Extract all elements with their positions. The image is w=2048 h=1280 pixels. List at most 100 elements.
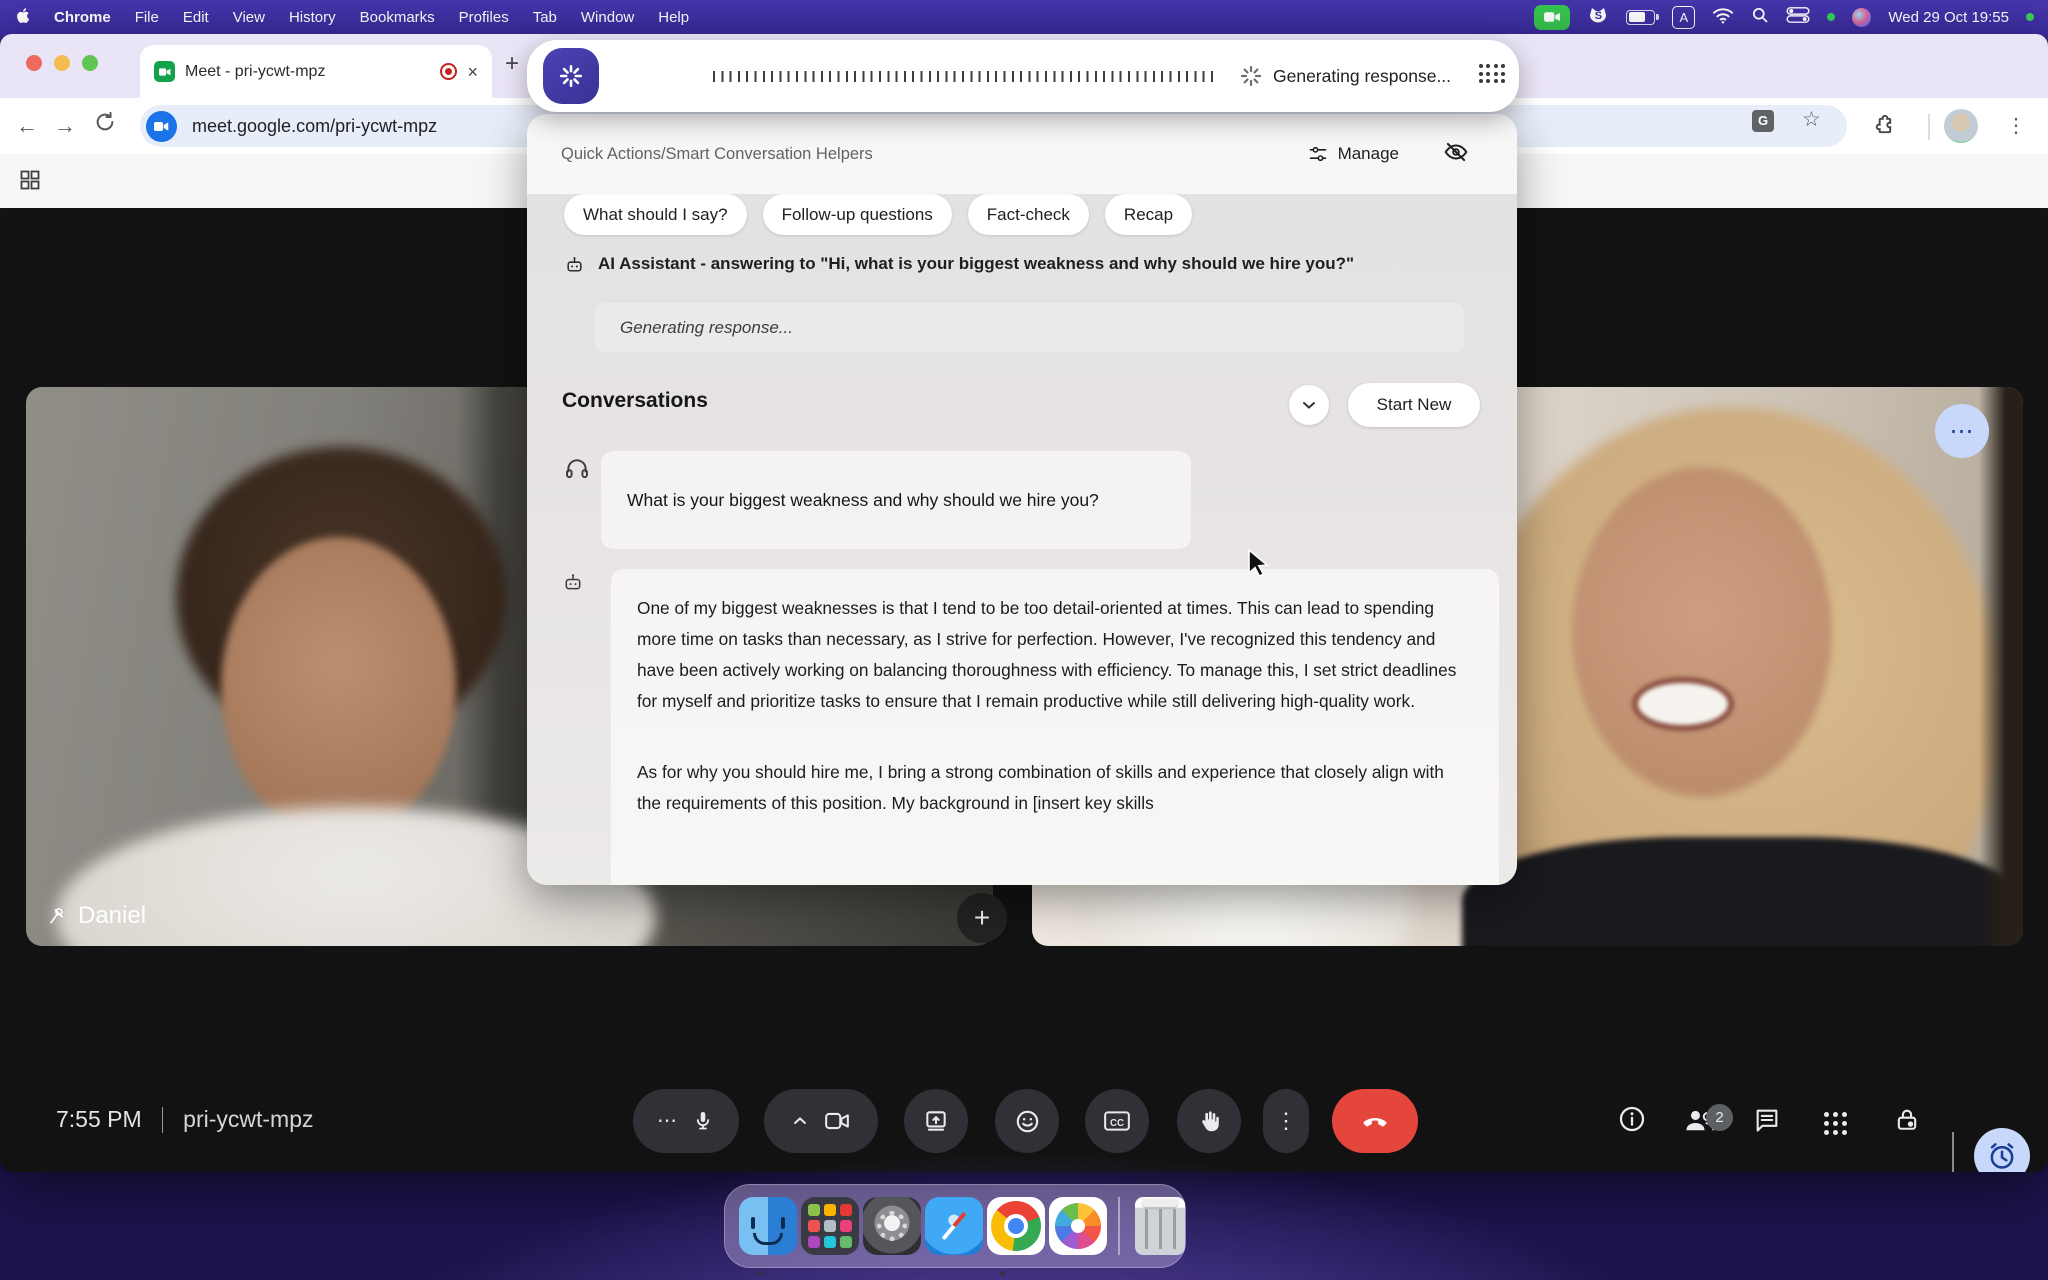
translate-icon[interactable]: G: [1752, 110, 1774, 132]
chip-fact-check[interactable]: Fact-check: [968, 194, 1089, 235]
tune-icon: [1308, 144, 1328, 164]
tile-add-pin-button[interactable]: +: [957, 893, 1007, 943]
mic-options-icon[interactable]: ⋯: [657, 1111, 677, 1131]
spinner-icon: [1239, 64, 1263, 93]
meet-favicon: [154, 61, 175, 82]
menu-edit[interactable]: Edit: [183, 9, 209, 26]
controls-divider: [1952, 1132, 1954, 1172]
tab-close-icon[interactable]: ×: [467, 63, 478, 81]
dock-finder-icon[interactable]: [739, 1197, 797, 1255]
audio-activity-ticks: [713, 71, 1213, 82]
macos-menu-bar: Chrome File Edit View History Bookmarks …: [0, 0, 2048, 34]
window-minimize-button[interactable]: [54, 55, 70, 71]
conversations-collapse-button[interactable]: [1289, 385, 1329, 425]
battery-icon[interactable]: [1626, 10, 1655, 25]
reactions-button[interactable]: [995, 1089, 1059, 1153]
menu-profiles[interactable]: Profiles: [459, 9, 509, 26]
person-face: [221, 537, 456, 837]
chat-button[interactable]: [1752, 1106, 1782, 1139]
reload-button[interactable]: [94, 111, 116, 140]
dock-launchpad-icon[interactable]: [801, 1197, 859, 1255]
meeting-info: 7:55 PM pri-ycwt-mpz: [56, 1106, 314, 1133]
menu-bookmarks[interactable]: Bookmarks: [360, 9, 435, 26]
heard-question-text: What is your biggest weakness and why sh…: [627, 490, 1099, 511]
dock-safari-icon[interactable]: [925, 1197, 983, 1255]
meeting-details-button[interactable]: [1617, 1104, 1647, 1139]
chrome-running-dot: [1000, 1271, 1005, 1276]
mic-button[interactable]: ⋯: [633, 1089, 739, 1153]
menu-history[interactable]: History: [289, 9, 336, 26]
window-close-button[interactable]: [26, 55, 42, 71]
manage-button[interactable]: Manage: [1308, 114, 1399, 194]
pill-status-text: Generating response...: [1273, 40, 1451, 112]
toolbar-divider: [1928, 114, 1930, 140]
mic-active-dot: [2026, 13, 2034, 21]
siri-icon[interactable]: [1852, 8, 1871, 27]
assistant-status-pill[interactable]: Generating response...: [527, 40, 1519, 112]
dock-trash-icon[interactable]: [1135, 1197, 1185, 1255]
ai-answer-bubble[interactable]: One of my biggest weaknesses is that I t…: [610, 568, 1500, 885]
control-center-icon[interactable]: [1786, 6, 1810, 28]
drag-grid-icon[interactable]: [1479, 64, 1506, 83]
heard-question-bubble[interactable]: What is your biggest weakness and why sh…: [600, 450, 1192, 550]
hide-panel-icon[interactable]: [1443, 139, 1469, 170]
wifi-icon[interactable]: [1712, 6, 1734, 28]
spotlight-search-icon[interactable]: [1751, 6, 1769, 28]
robot-icon: [563, 572, 583, 597]
menu-help[interactable]: Help: [658, 9, 689, 26]
person-dark-top: [1462, 837, 2022, 946]
dock-settings-icon[interactable]: [863, 1197, 921, 1255]
raise-hand-icon: [1197, 1109, 1222, 1134]
assistant-answering-line: AI Assistant - answering to "Hi, what is…: [565, 254, 1485, 274]
assistant-logo[interactable]: [543, 48, 599, 104]
chip-what-should-i-say[interactable]: What should I say?: [564, 194, 747, 235]
more-options-button[interactable]: ⋮: [1263, 1089, 1309, 1153]
bookmark-star-icon[interactable]: ☆: [1802, 107, 1821, 132]
new-tab-button[interactable]: +: [505, 52, 519, 76]
layout-grid-icon[interactable]: [18, 168, 42, 197]
lock-person-icon: [1893, 1106, 1921, 1134]
present-button[interactable]: [904, 1089, 968, 1153]
meeting-code: pri-ycwt-mpz: [183, 1106, 313, 1133]
menu-file[interactable]: File: [135, 9, 159, 26]
info-icon: [1617, 1104, 1647, 1134]
captions-button[interactable]: CC: [1085, 1089, 1149, 1153]
extensions-puzzle-icon[interactable]: [1872, 114, 1895, 144]
raise-hand-button[interactable]: [1177, 1089, 1241, 1153]
activities-button[interactable]: [1824, 1112, 1847, 1135]
dock-photos-icon[interactable]: [1049, 1197, 1107, 1255]
browser-menu-icon[interactable]: ⋮: [2006, 112, 2026, 140]
browser-tab[interactable]: Meet - pri-ycwt-mpz ×: [140, 45, 492, 98]
chip-follow-up-questions[interactable]: Follow-up questions: [763, 194, 952, 235]
start-new-button[interactable]: Start New: [1348, 383, 1480, 427]
chip-recap[interactable]: Recap: [1105, 194, 1192, 235]
dock-chrome-icon[interactable]: [987, 1197, 1045, 1255]
menu-tab[interactable]: Tab: [533, 9, 557, 26]
menu-app-name[interactable]: Chrome: [54, 9, 111, 26]
chat-icon: [1752, 1106, 1782, 1134]
cat-app-menu-icon[interactable]: S: [1587, 7, 1609, 27]
screen-recording-camera-icon[interactable]: [1534, 5, 1570, 30]
cat-app-letter: S: [1587, 10, 1609, 22]
apple-menu-icon[interactable]: [14, 6, 30, 29]
url-text: meet.google.com/pri-ycwt-mpz: [192, 116, 437, 137]
assistant-panel: Quick Actions/Smart Conversation Helpers…: [527, 114, 1517, 885]
menu-window[interactable]: Window: [581, 9, 634, 26]
answer-paragraph-2: As for why you should hire me, I bring a…: [637, 757, 1459, 819]
camera-options-chevron-icon[interactable]: [792, 1115, 808, 1127]
back-button[interactable]: ←: [16, 112, 38, 140]
menu-view[interactable]: View: [233, 9, 265, 26]
forward-button[interactable]: →: [54, 112, 76, 140]
input-source-icon[interactable]: A: [1672, 6, 1695, 29]
host-controls-button[interactable]: [1893, 1106, 1921, 1139]
profile-avatar[interactable]: [1944, 109, 1978, 143]
panel-header: Quick Actions/Smart Conversation Helpers…: [527, 114, 1517, 194]
camera-button[interactable]: [764, 1089, 878, 1153]
participant-name-tag: Daniel: [48, 902, 146, 930]
tile-more-button[interactable]: ⋯: [1935, 404, 1989, 458]
generating-text: Generating response...: [620, 318, 793, 338]
window-zoom-button[interactable]: [82, 55, 98, 71]
end-call-button[interactable]: [1332, 1089, 1418, 1153]
menu-bar-clock[interactable]: Wed 29 Oct 19:55: [1888, 9, 2009, 26]
finder-running-dot: [758, 1271, 763, 1276]
